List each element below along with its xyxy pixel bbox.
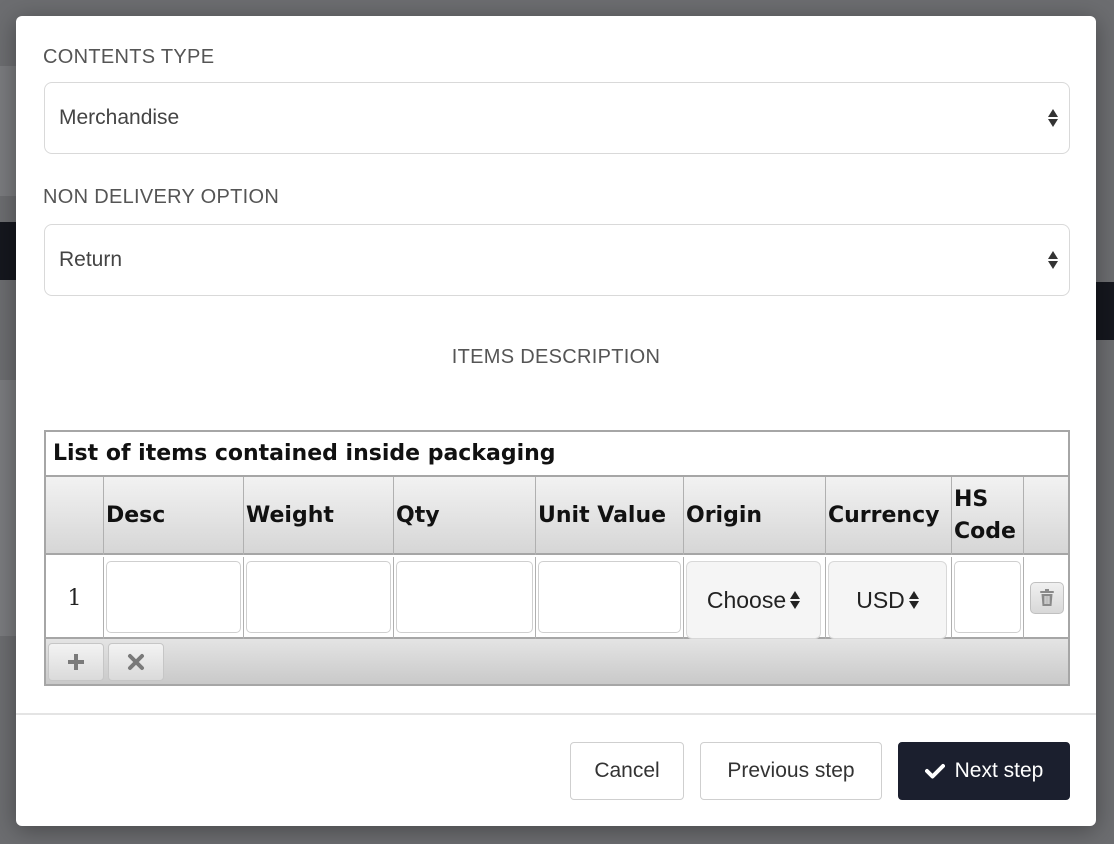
actions-cell [1024, 557, 1068, 639]
desc-input[interactable] [106, 561, 241, 633]
header-origin[interactable]: Origin [684, 477, 826, 555]
trash-icon [1040, 589, 1054, 606]
add-row-button[interactable] [48, 643, 104, 681]
header-qty[interactable]: Qty [394, 477, 536, 555]
select-arrows-icon [1047, 109, 1059, 127]
origin-select[interactable]: Choose [686, 561, 821, 639]
select-arrows-icon [1047, 251, 1059, 269]
origin-value: Choose [706, 586, 787, 613]
backdrop-panel-lower [0, 380, 16, 636]
remove-row-button[interactable] [108, 643, 164, 681]
contents-type-label: CONTENTS TYPE [43, 46, 215, 68]
select-arrows-icon [908, 591, 919, 609]
plus-icon [68, 654, 84, 670]
header-desc[interactable]: Desc [104, 477, 244, 555]
header-hs-code[interactable]: HS Code [952, 477, 1024, 555]
non-delivery-label: NON DELIVERY OPTION [43, 186, 280, 208]
previous-step-label: Previous step [727, 759, 855, 782]
delete-row-button[interactable] [1030, 582, 1064, 614]
grid-header: Desc Weight Qty Unit Value Origin Curren… [46, 477, 1068, 555]
header-actions [1024, 477, 1068, 555]
header-rownum [46, 477, 104, 555]
header-unit-value[interactable]: Unit Value [536, 477, 684, 555]
origin-cell: Choose [684, 557, 826, 639]
row-number: 1 [46, 557, 104, 639]
currency-cell: USD [826, 557, 952, 639]
cancel-button[interactable]: Cancel [570, 742, 684, 800]
header-weight[interactable]: Weight [244, 477, 394, 555]
header-currency[interactable]: Currency [826, 477, 952, 555]
currency-value: USD [856, 586, 905, 613]
qty-input[interactable] [396, 561, 533, 633]
backdrop-panel [0, 66, 16, 196]
shipment-modal: CONTENTS TYPE Merchandise NON DELIVERY O… [16, 16, 1096, 826]
footer-divider [16, 713, 1096, 715]
items-grid: List of items contained inside packaging… [44, 430, 1070, 686]
select-arrows-icon [790, 591, 801, 609]
next-step-button[interactable]: Next step [898, 742, 1070, 800]
qty-cell [394, 557, 536, 639]
grid-caption: List of items contained inside packaging [46, 432, 1068, 477]
unit-value-input[interactable] [538, 561, 681, 633]
unit-value-cell [536, 557, 684, 639]
previous-step-button[interactable]: Previous step [700, 742, 882, 800]
contents-type-select[interactable]: Merchandise [44, 82, 1070, 154]
checkmark-icon [924, 764, 945, 779]
hs-code-cell [952, 557, 1024, 639]
contents-type-value: Merchandise [59, 106, 180, 129]
grid-footer [46, 639, 1068, 684]
weight-input[interactable] [246, 561, 391, 633]
backdrop-dark-bar-right [1096, 282, 1114, 340]
non-delivery-value: Return [59, 248, 123, 271]
desc-cell [104, 557, 244, 639]
items-section-title: ITEMS DESCRIPTION [451, 346, 661, 368]
table-row: 1 Choose USD [46, 557, 1068, 639]
next-step-label: Next step [954, 759, 1044, 782]
non-delivery-select[interactable]: Return [44, 224, 1070, 296]
hs-code-input[interactable] [954, 561, 1021, 633]
currency-select[interactable]: USD [828, 561, 947, 639]
weight-cell [244, 557, 394, 639]
cross-icon [128, 654, 144, 670]
cancel-label: Cancel [594, 759, 660, 782]
backdrop-dark-bar [0, 222, 16, 280]
